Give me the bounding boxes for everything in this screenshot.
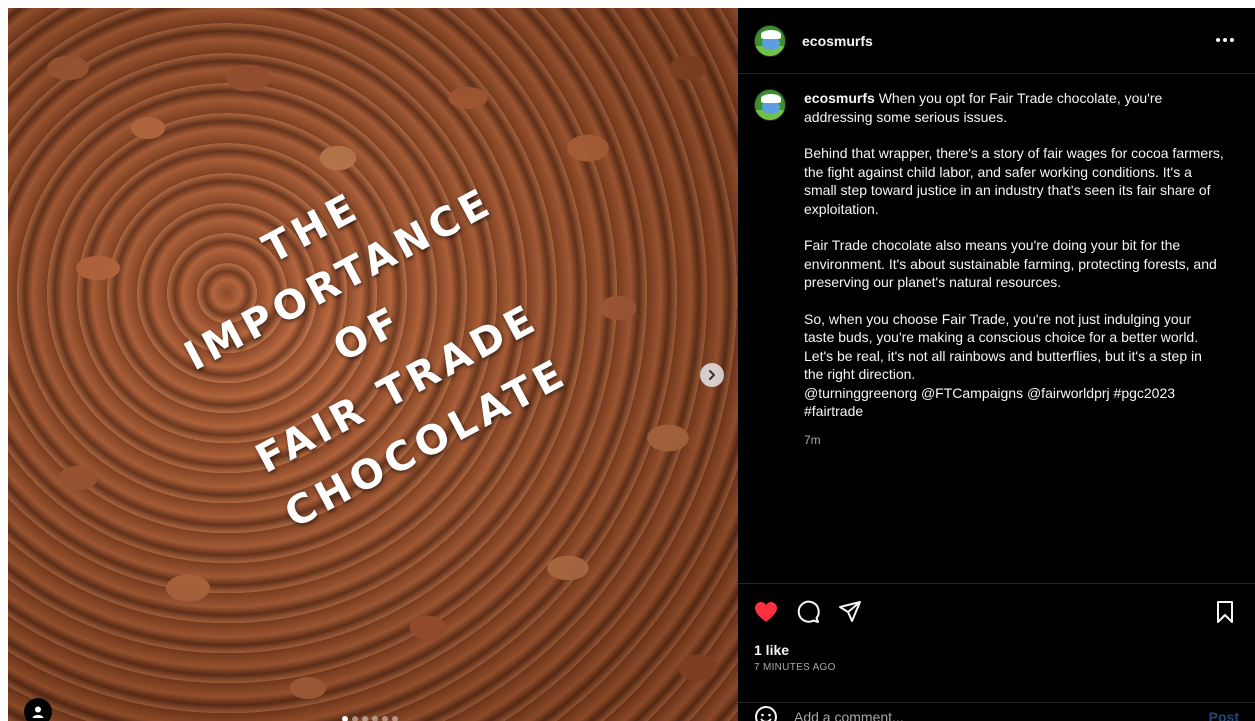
carousel-dot xyxy=(342,716,348,721)
caption-paragraph: Fair Trade chocolate also means you're d… xyxy=(804,237,1217,290)
header-username[interactable]: ecosmurfs xyxy=(802,33,873,49)
carousel-dot xyxy=(382,716,388,721)
more-dot xyxy=(1223,38,1227,42)
caption-timestamp[interactable]: 7m xyxy=(804,431,1224,450)
like-button[interactable] xyxy=(752,598,780,626)
smiley-icon xyxy=(755,706,777,721)
post-comment-button[interactable]: Post xyxy=(1209,709,1239,721)
comment-form: Post xyxy=(738,702,1255,721)
avatar-hat xyxy=(761,94,781,103)
like-count[interactable]: 1 like xyxy=(754,642,789,658)
carousel-dot xyxy=(352,716,358,721)
carousel-dot xyxy=(392,716,398,721)
carousel-next-button[interactable] xyxy=(700,363,724,387)
carousel-indicator xyxy=(342,716,398,721)
comment-icon xyxy=(797,600,820,623)
action-bar xyxy=(752,598,864,626)
more-options-button[interactable] xyxy=(1213,30,1237,50)
caption-text: ecosmurfs When you opt for Fair Trade ch… xyxy=(804,89,1224,449)
comment-input[interactable] xyxy=(794,705,1174,721)
more-dot xyxy=(1216,38,1220,42)
post-modal: THE IMPORTANCE OF FAIR TRADE CHOCOLATE e… xyxy=(8,8,1255,721)
tagged-users-button[interactable] xyxy=(24,698,52,721)
more-dot xyxy=(1230,38,1234,42)
engagement-section: 1 like 7 MINUTES AGO Post xyxy=(738,583,1255,721)
post-image[interactable]: THE IMPORTANCE OF FAIR TRADE CHOCOLATE xyxy=(8,8,738,721)
share-button[interactable] xyxy=(836,598,864,626)
save-button[interactable] xyxy=(1211,598,1239,626)
caption-avatar[interactable] xyxy=(754,89,786,121)
post-timestamp: 7 MINUTES AGO xyxy=(754,662,836,673)
caption: ecosmurfs When you opt for Fair Trade ch… xyxy=(754,89,1239,449)
heart-icon xyxy=(755,602,777,622)
caption-area: ecosmurfs When you opt for Fair Trade ch… xyxy=(738,75,1255,583)
post-side-panel: ecosmurfs ecosmurfs When you opt for Fai… xyxy=(738,8,1255,721)
post-header: ecosmurfs xyxy=(738,8,1255,74)
cocoa-beans-photo xyxy=(8,8,738,721)
bookmark-icon xyxy=(1217,601,1233,623)
caption-paragraph: So, when you choose Fair Trade, you're n… xyxy=(804,310,1202,383)
carousel-dot xyxy=(372,716,378,721)
carousel-dot xyxy=(362,716,368,721)
emoji-button[interactable] xyxy=(754,705,778,721)
caption-paragraph: Behind that wrapper, there's a story of … xyxy=(804,145,1224,217)
caption-tags[interactable]: @turninggreenorg @FTCampaigns @fairworld… xyxy=(804,384,1224,421)
avatar[interactable] xyxy=(754,24,786,57)
user-icon xyxy=(32,706,44,718)
send-icon xyxy=(839,601,861,622)
comment-button[interactable] xyxy=(794,598,822,626)
caption-username[interactable]: ecosmurfs xyxy=(804,90,875,106)
chevron-right-icon xyxy=(709,370,715,380)
caption-paragraph: ecosmurfs When you opt for Fair Trade ch… xyxy=(804,89,1224,126)
avatar-hat xyxy=(761,29,781,39)
